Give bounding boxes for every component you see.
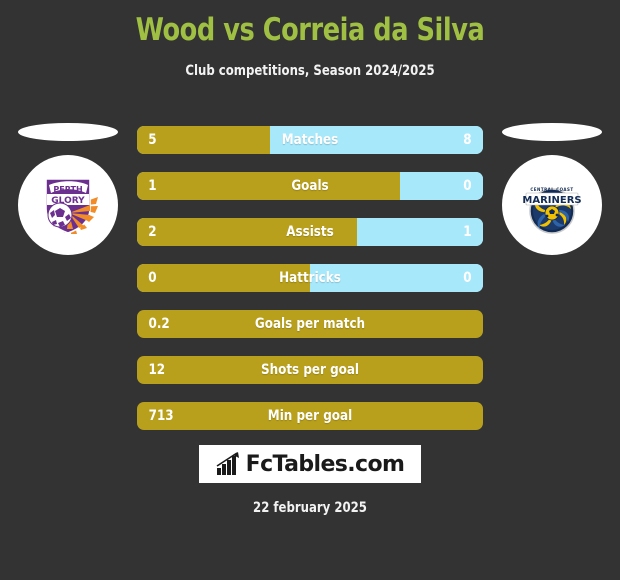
stat-row: 5 8 Matches [137, 126, 483, 154]
stat-row: 2 1 Assists [137, 218, 483, 246]
page-subtitle: Club competitions, Season 2024/2025 [185, 63, 435, 79]
svg-text:CENTRAL COAST: CENTRAL COAST [530, 187, 573, 192]
decorative-ellipse-right [502, 123, 602, 141]
svg-text:PERTH: PERTH [53, 185, 82, 194]
footer-date: 22 february 2025 [253, 500, 367, 516]
stat-label: Goals per match [254, 316, 366, 332]
svg-text:MARINERS: MARINERS [522, 195, 581, 206]
away-team-crest: CENTRAL COAST MARINERS [502, 155, 602, 255]
bar-chart-icon [216, 452, 239, 475]
stat-label: Assists [286, 224, 334, 240]
page-title: Wood vs Correia da Silva [135, 12, 485, 48]
home-team-crest: PERTH GLORY [18, 155, 118, 255]
stat-row: 12 Shots per goal [137, 356, 483, 384]
stat-row: 0 0 Hattricks [137, 264, 483, 292]
stat-row: 1 0 Goals [137, 172, 483, 200]
stat-label: Min per goal [267, 408, 353, 424]
stat-label: Hattricks [279, 270, 341, 286]
stat-label: Goals [291, 178, 329, 194]
stat-row: 0.2 Goals per match [137, 310, 483, 338]
fctables-wordmark: FcTables.com [245, 451, 405, 477]
decorative-ellipse-left [18, 123, 118, 141]
fctables-logo[interactable]: FcTables.com [199, 445, 421, 483]
stat-row: 713 Min per goal [137, 402, 483, 430]
stats-comparison-list: 5 8 Matches 1 0 Goals 2 1 Assists 0 0 Hattricks 0.2 G… [137, 126, 483, 448]
stat-label: Matches [281, 132, 339, 148]
central-coast-mariners-crest-icon: CENTRAL COAST MARINERS [522, 187, 582, 234]
perth-glory-crest-icon: PERTH GLORY [45, 178, 98, 234]
stat-label: Shots per goal [260, 362, 360, 378]
